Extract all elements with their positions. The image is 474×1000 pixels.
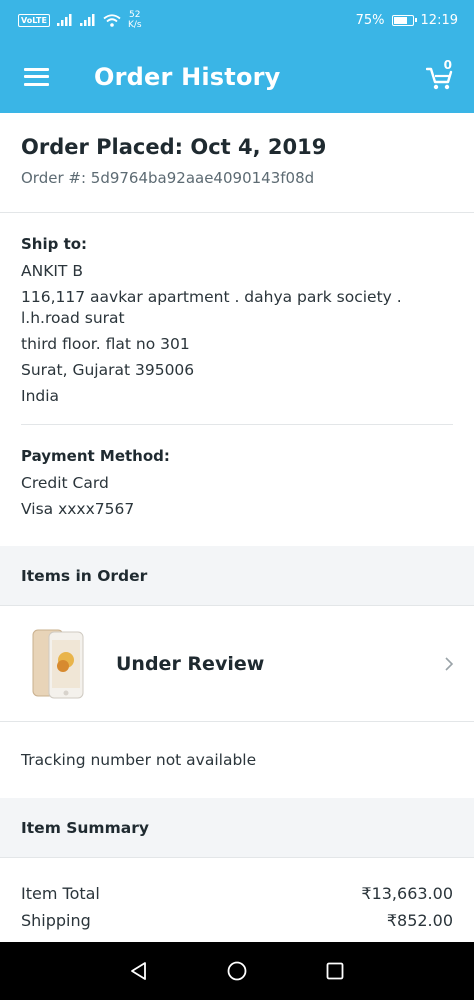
- payment-section: Payment Method: Credit Card Visa xxxx756…: [0, 425, 474, 546]
- cart-button[interactable]: 0: [425, 58, 456, 92]
- summary-value: ₹13,663.00: [361, 884, 453, 903]
- items-section-header: Items in Order: [0, 546, 474, 606]
- system-nav-bar: [0, 942, 474, 1000]
- address-line-3: third floor. flat no 301: [21, 335, 190, 353]
- page-title: Order History: [94, 62, 281, 91]
- net-speed: 52 K/s: [128, 10, 142, 30]
- recipient-name: ANKIT B: [21, 262, 83, 280]
- address-city: Surat, Gujarat 395006: [21, 361, 195, 379]
- menu-button[interactable]: [6, 40, 66, 113]
- payment-method: Credit Card: [21, 474, 109, 492]
- tracking-info: Tracking number not available: [21, 751, 257, 769]
- order-header: Order Placed: Oct 4, 2019 Order #: 5d976…: [0, 113, 474, 213]
- home-icon[interactable]: [226, 960, 248, 982]
- net-speed-value: 52: [129, 10, 141, 20]
- address-country: India: [21, 387, 60, 405]
- app-bar: Order History 0: [0, 40, 474, 113]
- status-bar: VoLTE 52 K/s 75% 12:19: [0, 0, 474, 40]
- summary-label: Item Total: [21, 884, 100, 903]
- battery-fill: [393, 16, 407, 24]
- volte-icon: VoLTE: [18, 13, 50, 27]
- battery-icon: [391, 14, 417, 26]
- wifi-icon: [103, 13, 121, 27]
- address-line-2: l.h.road surat: [21, 309, 125, 327]
- order-details: Order Placed: Oct 4, 2019 Order #: 5d976…: [0, 113, 474, 942]
- hamburger-icon: [23, 67, 49, 86]
- payment-card: Visa xxxx7567: [21, 500, 135, 518]
- payment-method-label: Payment Method:: [21, 447, 170, 465]
- summary-value: ₹852.00: [386, 911, 453, 930]
- status-bar-right: 75% 12:19: [356, 13, 458, 28]
- signal-icon: [56, 14, 72, 26]
- net-speed-unit: K/s: [127, 20, 142, 30]
- battery-percent: 75%: [355, 12, 385, 28]
- phone-image: [32, 629, 84, 698]
- order-item-row[interactable]: Under Review: [0, 606, 474, 722]
- chevron-right-icon: [445, 657, 454, 671]
- back-icon[interactable]: [128, 960, 150, 982]
- summary-row-shipping: Shipping ₹852.00: [0, 907, 474, 934]
- item-status: Under Review: [116, 652, 265, 675]
- summary-section-header: Item Summary: [0, 798, 474, 858]
- product-thumbnail: [31, 628, 87, 700]
- clock: 12:19: [420, 12, 458, 28]
- shipping-section: Ship to: ANKIT B 116,117 aavkar apartmen…: [0, 213, 474, 407]
- summary-row-item-total: Item Total ₹13,663.00: [0, 880, 474, 907]
- ship-to-label: Ship to:: [21, 235, 88, 253]
- summary-label: Shipping: [21, 911, 91, 930]
- status-bar-left: VoLTE 52 K/s: [18, 10, 142, 30]
- cart-count-badge: 0: [443, 58, 452, 72]
- order-number: Order #: 5d9764ba92aae4090143f08d: [21, 169, 315, 187]
- address-line-1: 116,117 aavkar apartment . dahya park so…: [21, 288, 402, 306]
- order-title: Order Placed: Oct 4, 2019: [21, 135, 327, 159]
- signal-icon-2: [79, 14, 95, 26]
- recents-icon[interactable]: [324, 960, 346, 982]
